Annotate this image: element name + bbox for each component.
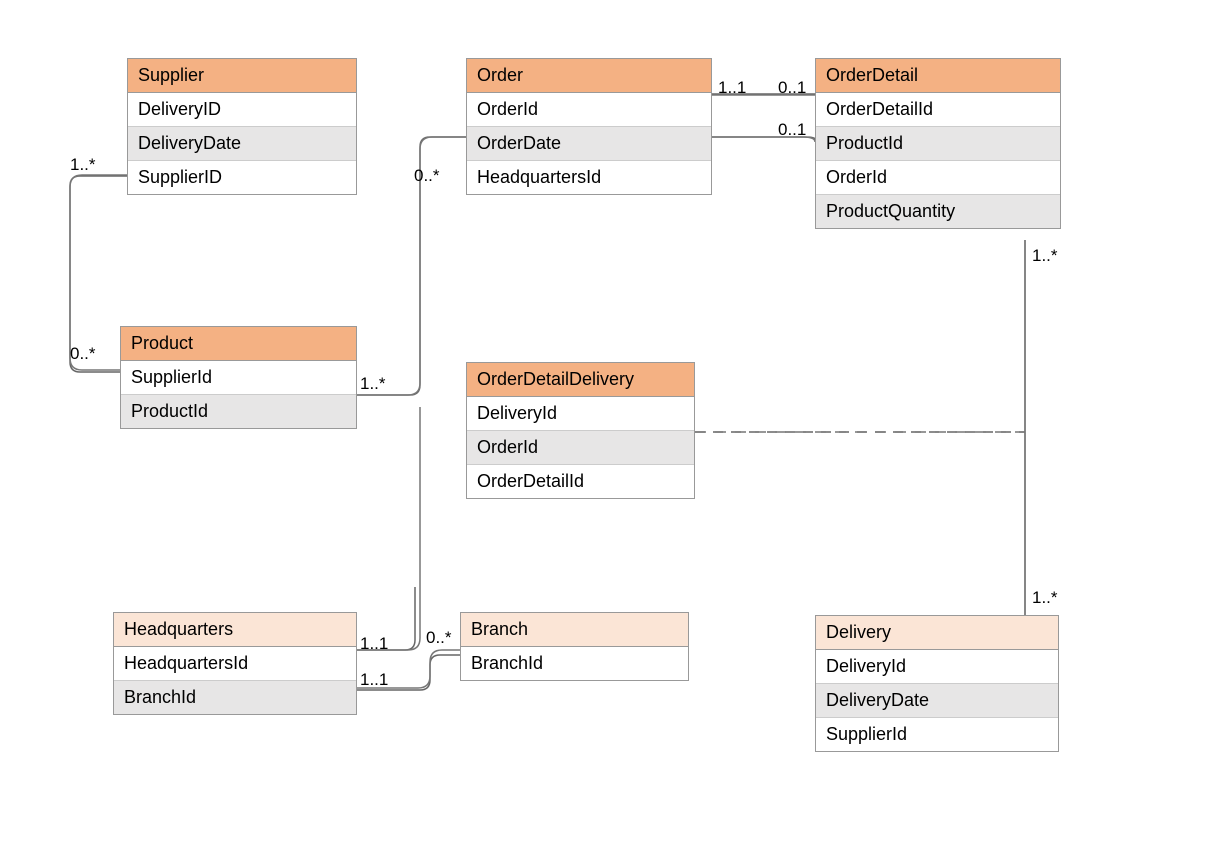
entity-header: Product — [121, 327, 356, 361]
mult-label: 1..1 — [360, 670, 388, 690]
entity-header: Supplier — [128, 59, 356, 93]
attr: OrderId — [467, 431, 694, 465]
attr: HeadquartersId — [467, 161, 711, 194]
entity-orderdetail: OrderDetail OrderDetailId ProductId Orde… — [815, 58, 1061, 229]
mult-label: 0..* — [70, 344, 96, 364]
mult-label: 0..1 — [778, 78, 806, 98]
entity-supplier: Supplier DeliveryID DeliveryDate Supplie… — [127, 58, 357, 195]
attr: OrderDate — [467, 127, 711, 161]
attr: BranchId — [114, 681, 356, 714]
attr: DeliveryId — [467, 397, 694, 431]
attr: SupplierId — [121, 361, 356, 395]
attr: OrderId — [467, 93, 711, 127]
entity-delivery: Delivery DeliveryId DeliveryDate Supplie… — [815, 615, 1059, 752]
entity-header: Branch — [461, 613, 688, 647]
entity-product: Product SupplierId ProductId — [120, 326, 357, 429]
entity-orderdetaildelivery: OrderDetailDelivery DeliveryId OrderId O… — [466, 362, 695, 499]
attr: OrderDetailId — [816, 93, 1060, 127]
mult-label: 0..* — [414, 166, 440, 186]
entity-header: Order — [467, 59, 711, 93]
attr: OrderId — [816, 161, 1060, 195]
entity-header: Delivery — [816, 616, 1058, 650]
attr: ProductQuantity — [816, 195, 1060, 228]
mult-label: 1..1 — [718, 78, 746, 98]
attr: DeliveryID — [128, 93, 356, 127]
entity-header: Headquarters — [114, 613, 356, 647]
attr: DeliveryDate — [128, 127, 356, 161]
attr: OrderDetailId — [467, 465, 694, 498]
attr: BranchId — [461, 647, 688, 680]
mult-label: 1..* — [1032, 588, 1058, 608]
attr: SupplierID — [128, 161, 356, 194]
mult-label: 0..* — [426, 628, 452, 648]
mult-label: 0..1 — [778, 120, 806, 140]
entity-branch: Branch BranchId — [460, 612, 689, 681]
attr: SupplierId — [816, 718, 1058, 751]
mult-label: 1..* — [1032, 246, 1058, 266]
entity-order: Order OrderId OrderDate HeadquartersId — [466, 58, 712, 195]
mult-label: 1..* — [70, 155, 96, 175]
entity-headquarters: Headquarters HeadquartersId BranchId — [113, 612, 357, 715]
attr: DeliveryId — [816, 650, 1058, 684]
mult-label: 1..* — [360, 374, 386, 394]
attr: DeliveryDate — [816, 684, 1058, 718]
entity-header: OrderDetailDelivery — [467, 363, 694, 397]
mult-label: 1..1 — [360, 634, 388, 654]
attr: ProductId — [816, 127, 1060, 161]
entity-header: OrderDetail — [816, 59, 1060, 93]
attr: ProductId — [121, 395, 356, 428]
attr: HeadquartersId — [114, 647, 356, 681]
